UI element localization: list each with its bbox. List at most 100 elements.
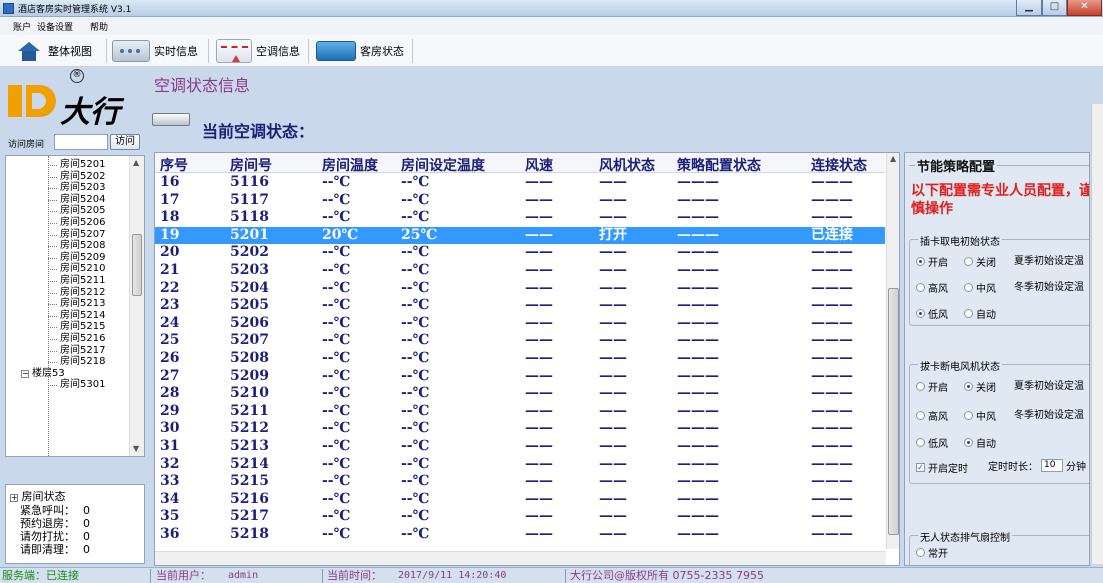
scroll-down-arrow-icon[interactable]: ▼ [133,444,139,453]
maximize-button[interactable]: □ [1042,0,1067,16]
tree-scroll-thumb[interactable] [132,234,142,296]
table-row[interactable]: 26 5208 --℃ --℃ —— —— ——— ——— [155,350,885,368]
tree-room-item[interactable]: 房间5218 [6,356,130,368]
tree-room-item[interactable]: 房间5207 [6,229,130,241]
column-header[interactable]: 风速 [525,155,553,175]
table-row[interactable]: 24 5206 --℃ --℃ —— —— ——— ——— [155,315,885,333]
tree-room-item[interactable]: 房间5301 [6,379,130,391]
table-row[interactable]: 27 5209 --℃ --℃ —— —— ——— ——— [155,368,885,386]
table-cell: 打开 [599,226,627,243]
table-cell: --℃ [322,455,351,472]
visit-button[interactable]: 访问 [110,134,140,150]
table-row[interactable]: 35 5217 --℃ --℃ —— —— ——— ——— [155,508,885,526]
column-header[interactable]: 房间号 [230,155,272,175]
table-row[interactable]: 25 5207 --℃ --℃ —— —— ——— ——— [155,332,885,350]
column-header[interactable]: 策略配置状态 [677,155,761,175]
table-cell: --℃ [322,402,351,419]
insert-fan-low-radio[interactable]: 低风 [916,306,948,321]
room-status-expander[interactable]: + 房间状态 [10,491,66,503]
tree-room-item[interactable]: 房间5208 [6,240,130,252]
table-row[interactable]: 36 5218 --℃ --℃ —— —— ——— ——— [155,526,885,544]
collapse-icon[interactable]: − [21,369,29,378]
ac-info-button[interactable]: 空调信息 [216,39,300,63]
table-cell: —— [599,420,627,437]
column-header[interactable]: 房间温度 [322,155,378,175]
table-row[interactable]: 34 5216 --℃ --℃ —— —— ——— ——— [155,491,885,509]
table-row[interactable]: 18 5118 --℃ --℃ —— —— ——— ——— [155,209,885,227]
insert-fan-mid-radio[interactable]: 中风 [964,280,996,295]
tree-room-item[interactable]: 房间5216 [6,333,130,345]
table-cell: —— [525,420,553,437]
tree-room-item[interactable]: 房间5211 [6,275,130,287]
table-cell: 5205 [230,297,269,314]
table-row[interactable]: 17 5117 --℃ --℃ —— —— ——— ——— [155,192,885,210]
tree-room-item[interactable]: 房间5217 [6,345,130,357]
table-scroll-thumb[interactable] [888,288,899,535]
menu-help[interactable]: 帮助 [90,20,108,33]
overview-button[interactable]: 整体视图 [14,39,92,63]
table-scrollbar[interactable]: ▲ [886,153,899,549]
table-row[interactable]: 19 5201 20℃ 25℃ —— 打开 ——— 已连接 [155,226,885,245]
menu-device-settings[interactable]: 设备设置 [37,20,73,33]
minimize-button[interactable]: ▁ [1016,0,1042,16]
tree-scrollbar[interactable]: ▲ ▼ [129,156,144,456]
table-row[interactable]: 29 5211 --℃ --℃ —— —— ——— ——— [155,403,885,421]
table-row[interactable]: 20 5202 --℃ --℃ —— —— ——— ——— [155,244,885,262]
tree-item-label: 房间5201 [60,159,106,170]
tree-room-item[interactable]: 房间5201 [6,159,130,171]
column-header[interactable]: 序号 [160,155,188,175]
column-header[interactable]: 房间设定温度 [401,155,485,175]
table-row[interactable]: 28 5210 --℃ --℃ —— —— ——— ——— [155,385,885,403]
table-horizontal-scrollbar[interactable] [155,551,886,565]
config-scrollbar[interactable] [1091,104,1103,564]
scroll-up-arrow-icon[interactable]: ▲ [133,158,139,167]
table-row[interactable]: 21 5203 --℃ --℃ —— —— ——— ——— [155,262,885,280]
table-row[interactable]: 30 5212 --℃ --℃ —— —— ——— ——— [155,420,885,438]
column-header[interactable]: 连接状态 [811,155,867,175]
tree-room-item[interactable]: 房间5214 [6,310,130,322]
room-status-label: 请勿打扰： [20,530,75,543]
tree-floor-item[interactable]: − 楼层53 [6,368,130,380]
expand-icon[interactable]: + [10,494,18,502]
room-status-button[interactable]: 客房状态 [316,39,404,63]
table-row[interactable]: 32 5214 --℃ --℃ —— —— ——— ——— [155,456,885,474]
tree-room-item[interactable]: 房间5202 [6,171,130,183]
timer-duration-input[interactable]: 10 [1041,459,1063,472]
table-row[interactable]: 33 5215 --℃ --℃ —— —— ——— ——— [155,473,885,491]
room-status-row: 预约退房： 0 [20,518,90,530]
tree-room-item[interactable]: 房间5212 [6,287,130,299]
table-row[interactable]: 22 5204 --℃ --℃ —— —— ——— ——— [155,280,885,298]
remove-fan-low-radio[interactable]: 低风 [916,435,948,450]
tree-room-item[interactable]: 房间5205 [6,205,130,217]
remove-power-off-radio[interactable]: 关闭 [964,379,996,394]
tree-room-item[interactable]: 房间5204 [6,194,130,206]
tree-room-item[interactable]: 房间5206 [6,217,130,229]
exhaust-always-on-radio[interactable]: 常开 [916,545,948,560]
insert-fan-high-radio[interactable]: 高风 [916,280,948,295]
visit-room-input[interactable] [54,134,108,150]
insert-fan-auto-radio[interactable]: 自动 [964,306,996,321]
insert-power-off-radio[interactable]: 关闭 [964,254,996,269]
remove-power-on-radio[interactable]: 开启 [916,379,948,394]
column-header[interactable]: 风机状态 [599,155,655,175]
remove-fan-high-radio[interactable]: 高风 [916,408,948,423]
table-row[interactable]: 31 5213 --℃ --℃ —— —— ——— ——— [155,438,885,456]
tree-room-item[interactable]: 房间5210 [6,263,130,275]
remove-fan-auto-radio[interactable]: 自动 [964,435,996,450]
room-tree[interactable]: 房间5201 房间5202 房间5203 房间5204 房间5205 房间5206 房间52… [5,155,145,457]
timer-checkbox[interactable]: ✓ 开启定时 [916,460,968,475]
table-row[interactable]: 16 5116 --℃ --℃ —— —— ——— ——— [155,174,885,192]
realtime-button[interactable]: 实时信息 [112,39,198,63]
tree-room-item[interactable]: 房间5203 [6,182,130,194]
scroll-up-arrow-icon[interactable]: ▲ [890,154,896,163]
tree-room-item[interactable]: 房间5215 [6,321,130,333]
insert-power-on-radio[interactable]: 开启 [916,254,948,269]
current-user-label: 当前用户： [156,569,211,582]
menu-account[interactable]: 账户 [13,20,31,33]
tree-room-item[interactable]: 房间5209 [6,252,130,264]
table-cell: 25 [160,332,180,349]
close-button[interactable]: ✕ [1067,0,1102,16]
remove-fan-mid-radio[interactable]: 中风 [964,408,996,423]
table-row[interactable]: 23 5205 --℃ --℃ —— —— ——— ——— [155,297,885,315]
tree-room-item[interactable]: 房间5213 [6,298,130,310]
